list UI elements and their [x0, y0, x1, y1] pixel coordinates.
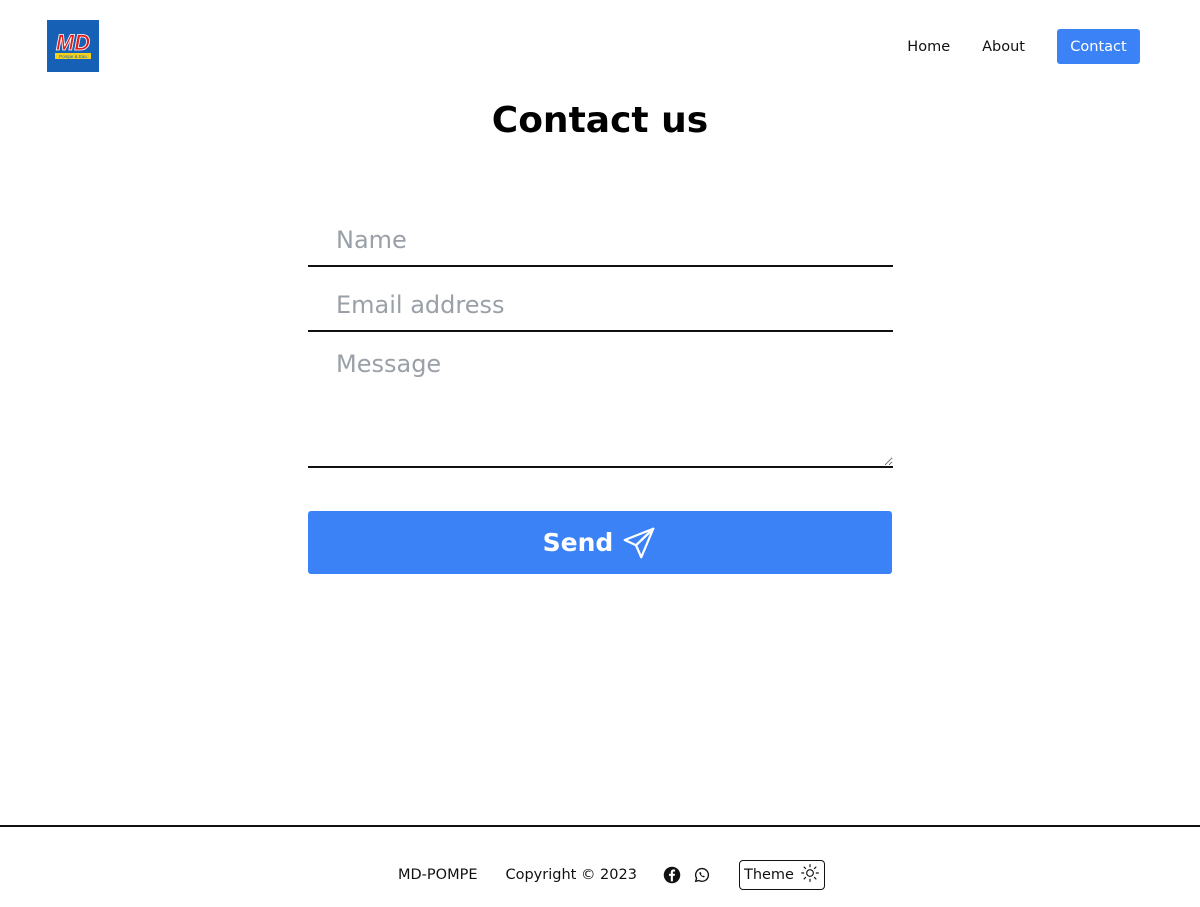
theme-toggle-button[interactable]: Theme	[738, 860, 825, 890]
send-button[interactable]: Send	[308, 511, 892, 574]
site-footer: MD-POMPE Copyright © 2023 Theme	[0, 825, 1200, 907]
page-title: Contact us	[491, 100, 709, 141]
facebook-icon	[663, 866, 681, 884]
whatsapp-link[interactable]	[693, 866, 711, 884]
site-logo[interactable]: MD Pompe & Eau	[47, 20, 99, 72]
nav-contact-button[interactable]: Contact	[1057, 29, 1140, 64]
footer-content: MD-POMPE Copyright © 2023 Theme	[398, 860, 825, 890]
name-input[interactable]	[308, 214, 893, 267]
main-nav: Home About Contact	[907, 29, 1140, 64]
theme-toggle-label: Theme	[743, 867, 794, 883]
nav-home-link[interactable]: Home	[907, 39, 950, 55]
logo-text: MD	[56, 30, 90, 55]
sun-icon	[800, 863, 820, 887]
whatsapp-icon	[693, 866, 711, 884]
footer-copyright: Copyright © 2023	[505, 867, 637, 883]
paper-plane-icon	[621, 525, 657, 561]
facebook-link[interactable]	[663, 866, 681, 884]
email-input[interactable]	[308, 279, 893, 332]
message-textarea[interactable]	[308, 340, 893, 468]
nav-about-link[interactable]: About	[982, 39, 1025, 55]
contact-form	[308, 214, 893, 468]
contact-page: MD Pompe & Eau Home About Contact Contac…	[0, 0, 1200, 907]
logo-image: MD Pompe & Eau	[47, 20, 99, 72]
logo-subtext: Pompe & Eau	[59, 54, 87, 59]
send-button-label: Send	[542, 528, 614, 557]
footer-brand: MD-POMPE	[398, 867, 478, 883]
